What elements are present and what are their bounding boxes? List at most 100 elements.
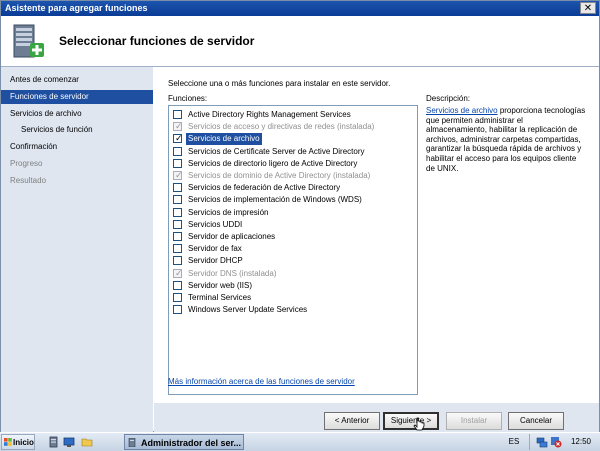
role-checkbox[interactable] [173, 207, 182, 217]
role-checkbox[interactable] [173, 195, 182, 205]
system-tray: 12:50 [529, 434, 600, 450]
check-icon: ✓ [175, 121, 183, 132]
sidebar-item-antes-de-comenzar[interactable]: Antes de comenzar [1, 73, 153, 87]
role-checkbox[interactable] [173, 244, 182, 254]
role-checkbox[interactable] [173, 158, 182, 168]
taskbar-item-server-manager[interactable]: Administrador del ser... [124, 434, 244, 450]
description-text: Servicios de archivo proporciona tecnolo… [426, 106, 586, 173]
role-item[interactable]: Windows Server Update Services [171, 304, 415, 316]
mouse-cursor-icon [413, 417, 425, 431]
close-button[interactable]: ✕ [580, 2, 596, 14]
role-label[interactable]: Servidor web (IIS) [186, 280, 254, 292]
check-icon: ✓ [175, 267, 183, 278]
description-link[interactable]: Servicios de archivo [426, 106, 498, 115]
role-item[interactable]: ✓ Servidor DNS (instalada) [171, 268, 415, 280]
intro-text: Seleccione una o más funciones para inst… [168, 79, 391, 88]
main-panel: Seleccione una o más funciones para inst… [154, 67, 599, 403]
role-checkbox: ✓ [173, 170, 183, 180]
role-label[interactable]: Servidor de aplicaciones [186, 231, 277, 243]
clock: 12:50 [570, 437, 591, 446]
description-body: proporciona tecnologías que permiten adm… [426, 106, 586, 173]
taskbar: Inicio Administrador del ser... ES 12:50 [0, 432, 600, 451]
role-item[interactable]: Servicios de federación de Active Direct… [171, 182, 415, 194]
role-item[interactable]: Servicios de Certificate Server de Activ… [171, 146, 415, 158]
role-label[interactable]: Servicios de directorio ligero de Active… [186, 158, 359, 170]
check-icon: ✓ [175, 170, 183, 180]
role-item[interactable]: Terminal Services [171, 292, 415, 304]
role-checkbox[interactable] [173, 305, 182, 315]
role-checkbox[interactable] [173, 110, 182, 119]
server-add-icon [13, 24, 44, 58]
window-title: Asistente para agregar funciones [5, 3, 148, 13]
description-label: Descripción: [426, 94, 471, 103]
role-checkbox[interactable] [173, 146, 182, 156]
role-label[interactable]: Servicios de dominio de Active Directory… [186, 170, 372, 182]
taskbar-item-label: Administrador del ser... [141, 438, 242, 448]
role-item[interactable]: Servicios UDDI [171, 219, 415, 231]
next-button[interactable]: Siguiente > [383, 412, 439, 430]
role-label[interactable]: Terminal Services [186, 292, 253, 304]
show-desktop-icon[interactable] [63, 436, 75, 448]
sidebar-item-funciones-de-servidor[interactable]: Funciones de servidor [1, 90, 153, 104]
role-item[interactable]: Servicios de implementación de Windows (… [171, 194, 415, 206]
role-item[interactable]: Servicios de impresión [171, 207, 415, 219]
sidebar-item-servicios-de-funcion[interactable]: Servicios de función [1, 123, 153, 137]
server-manager-icon [128, 438, 136, 447]
language-indicator[interactable]: ES [504, 434, 524, 450]
role-item[interactable]: Servidor de fax [171, 243, 415, 255]
role-label[interactable]: Servicios de implementación de Windows (… [186, 194, 364, 206]
role-item[interactable]: ✓ Servicios de dominio de Active Director… [171, 170, 415, 182]
more-info-link[interactable]: Más información acerca de las funciones … [168, 377, 355, 386]
sidebar-item-resultado: Resultado [10, 176, 47, 185]
role-item[interactable]: Servicios de directorio ligero de Active… [171, 158, 415, 170]
folder-quicklaunch-icon[interactable] [81, 436, 93, 448]
start-button[interactable]: Inicio [1, 434, 35, 450]
install-button: Instalar [446, 412, 502, 430]
back-button[interactable]: < Anterior [324, 412, 380, 430]
sidebar-item-confirmacion[interactable]: Confirmación [1, 140, 153, 154]
functions-label: Funciones: [168, 94, 208, 103]
role-checkbox[interactable] [173, 183, 182, 193]
role-label[interactable]: Servidor DHCP [186, 255, 245, 267]
sidebar-item-servicios-de-archivo[interactable]: Servicios de archivo [1, 107, 153, 121]
role-item[interactable]: ✓ Servicios de acceso y directivas de red… [171, 121, 415, 133]
wizard-window: Asistente para agregar funciones ✕ Selec… [0, 0, 600, 433]
role-item[interactable]: Servidor de aplicaciones [171, 231, 415, 243]
role-checkbox[interactable] [173, 280, 182, 290]
server-manager-quicklaunch-icon[interactable] [48, 436, 60, 448]
wizard-header: Seleccionar funciones de servidor [1, 16, 599, 67]
sidebar-item-progreso: Progreso [10, 159, 43, 168]
role-checkbox: ✓ [173, 121, 183, 132]
role-label[interactable]: Servicios de federación de Active Direct… [186, 182, 342, 194]
role-item[interactable]: Servidor DHCP [171, 255, 415, 267]
role-label[interactable]: Servicios de impresión [186, 207, 270, 219]
wizard-footer: < Anterior Siguiente > Instalar Cancelar [154, 403, 599, 433]
wizard-steps-sidebar: Antes de comenzar Funciones de servidor … [1, 67, 153, 433]
role-label[interactable]: Servicios de archivo [186, 133, 262, 146]
role-label[interactable]: Servidor DNS (instalada) [186, 268, 278, 280]
role-label[interactable]: Windows Server Update Services [186, 304, 309, 316]
network-icon[interactable] [536, 436, 548, 448]
page-title: Seleccionar funciones de servidor [59, 34, 255, 48]
role-label[interactable]: Servicios de Certificate Server de Activ… [186, 146, 367, 158]
title-bar[interactable]: Asistente para agregar funciones ✕ [1, 1, 599, 16]
role-checkbox[interactable] [173, 293, 182, 302]
role-label[interactable]: Active Directory Rights Management Servi… [186, 109, 353, 121]
role-item[interactable]: Active Directory Rights Management Servi… [171, 109, 415, 121]
roles-listbox[interactable]: Active Directory Rights Management Servi… [168, 105, 418, 395]
role-label[interactable]: Servidor de fax [186, 243, 244, 255]
role-item[interactable]: Servidor web (IIS) [171, 280, 415, 292]
role-label[interactable]: Servicios UDDI [186, 219, 244, 231]
role-label[interactable]: Servicios de acceso y directivas de rede… [186, 121, 376, 133]
role-checkbox[interactable] [173, 256, 182, 266]
role-checkbox[interactable]: ✓ [173, 133, 183, 144]
check-icon: ✓ [175, 133, 183, 144]
role-item[interactable]: ✓ Servicios de archivo [171, 133, 415, 146]
cancel-button[interactable]: Cancelar [508, 412, 564, 430]
start-label: Inicio [13, 438, 34, 447]
role-checkbox: ✓ [173, 267, 183, 278]
security-alert-icon[interactable] [550, 436, 562, 448]
windows-logo-icon [4, 438, 12, 446]
role-checkbox[interactable] [173, 232, 182, 241]
role-checkbox[interactable] [173, 219, 182, 229]
